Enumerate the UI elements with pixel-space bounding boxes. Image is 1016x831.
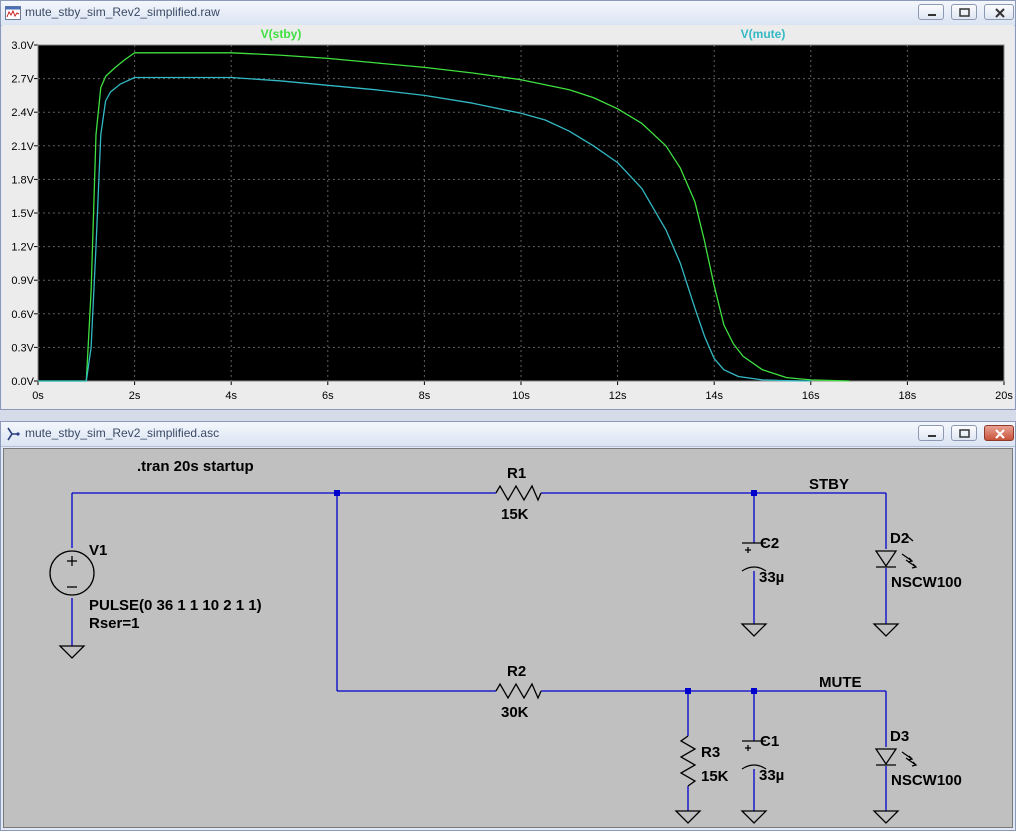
close-button[interactable]: [984, 4, 1014, 20]
x-tick-label: 0s: [32, 390, 44, 402]
plot-pane: 0s 2s 4s 6s 8s 10s 12s 14s 16s 18s 20s 3.0V 2.7V 2.4V…: [2, 25, 1014, 409]
r3-name[interactable]: R3: [701, 744, 720, 761]
d2-name[interactable]: D2: [890, 530, 909, 547]
v1-rser[interactable]: Rser=1: [89, 615, 139, 632]
x-tick-label: 2s: [129, 390, 141, 402]
junction-dot: [685, 688, 691, 694]
close-button[interactable]: [984, 425, 1014, 441]
restore-icon: [959, 8, 970, 17]
c2-value[interactable]: 33µ: [759, 569, 784, 586]
y-tick-label: 0.0V: [11, 376, 34, 388]
resistor-r3[interactable]: [679, 735, 697, 787]
net-label-mute[interactable]: MUTE: [819, 674, 862, 691]
minimize-button[interactable]: [918, 4, 944, 20]
minimize-icon: [928, 14, 936, 16]
ground-icon: [872, 623, 900, 637]
waveform-window: mute_stby_sim_Rev2_simplified.raw 0s 2s 4s…: [0, 0, 1016, 410]
y-tick-label: 3.0V: [11, 40, 34, 52]
x-tick-label: 10s: [512, 390, 530, 402]
schematic-titlebar[interactable]: mute_stby_sim_Rev2_simplified.asc: [1, 422, 1015, 447]
close-icon: [995, 8, 1005, 18]
junction-dot: [751, 490, 757, 496]
d3-value[interactable]: NSCW100: [891, 772, 962, 789]
c1-name[interactable]: C1: [760, 733, 779, 750]
waveform-chart[interactable]: 0s 2s 4s 6s 8s 10s 12s 14s 16s 18s 20s 3.0V 2.7V 2.4V…: [2, 25, 1014, 409]
r2-name[interactable]: R2: [507, 663, 526, 680]
x-tick-label: 14s: [705, 390, 723, 402]
c1-value[interactable]: 33µ: [759, 767, 784, 784]
waveform-titlebar[interactable]: mute_stby_sim_Rev2_simplified.raw: [1, 1, 1015, 26]
y-tick-label: 0.3V: [11, 342, 34, 354]
x-tick-label: 18s: [899, 390, 917, 402]
d3-name[interactable]: D3: [890, 728, 909, 745]
x-tick-label: 12s: [609, 390, 627, 402]
resistor-r2[interactable]: [495, 682, 542, 700]
x-tick-label: 6s: [322, 390, 334, 402]
r3-value[interactable]: 15K: [701, 768, 729, 785]
r1-value[interactable]: 15K: [501, 506, 529, 523]
v1-value[interactable]: PULSE(0 36 1 1 10 2 1 1): [89, 597, 262, 614]
y-tick-label: 1.5V: [11, 208, 34, 220]
schematic-drawing[interactable]: .tran 20s startup V1 PULSE(0 36 1 1 10 2…: [4, 449, 1012, 827]
schematic-file-icon: [7, 427, 20, 441]
r2-value[interactable]: 30K: [501, 704, 529, 721]
tran-directive[interactable]: .tran 20s startup: [137, 458, 254, 475]
schematic-canvas[interactable]: .tran 20s startup V1 PULSE(0 36 1 1 10 2…: [3, 448, 1013, 828]
c2-name[interactable]: C2: [760, 535, 779, 552]
restore-icon: [959, 429, 970, 438]
ground-icon: [872, 810, 900, 824]
waveform-file-icon: [5, 6, 21, 20]
x-tick-label: 20s: [995, 390, 1013, 402]
schematic-window-title: mute_stby_sim_Rev2_simplified.asc: [25, 426, 220, 440]
y-tick-label: 1.2V: [11, 242, 34, 254]
x-tick-label: 8s: [419, 390, 431, 402]
legend-mute[interactable]: V(mute): [741, 27, 786, 41]
close-icon: [995, 429, 1005, 439]
y-tick-label: 2.7V: [11, 74, 34, 86]
led-d3[interactable]: [874, 748, 918, 767]
junction-dot: [334, 490, 340, 496]
y-tick-label: 0.9V: [11, 275, 34, 287]
junction-dot: [751, 688, 757, 694]
x-tick-label: 4s: [225, 390, 237, 402]
ground-icon: [740, 623, 768, 637]
r1-name[interactable]: R1: [507, 465, 526, 482]
net-label-stby[interactable]: STBY: [809, 476, 849, 493]
voltage-source-v1[interactable]: [49, 550, 95, 596]
resistor-r1[interactable]: [495, 484, 542, 502]
ground-icon: [58, 645, 86, 659]
legend-stby[interactable]: V(stby): [261, 27, 302, 41]
y-tick-label: 2.1V: [11, 141, 34, 153]
ground-icon: [740, 810, 768, 824]
restore-button[interactable]: [951, 425, 977, 441]
y-tick-label: 0.6V: [11, 309, 34, 321]
y-tick-label: 2.4V: [11, 107, 34, 119]
x-tick-label: 16s: [802, 390, 820, 402]
v1-name[interactable]: V1: [89, 542, 107, 559]
minimize-button[interactable]: [918, 425, 944, 441]
y-tick-label: 1.8V: [11, 174, 34, 186]
d2-value[interactable]: NSCW100: [891, 574, 962, 591]
waveform-window-title: mute_stby_sim_Rev2_simplified.raw: [25, 5, 220, 19]
restore-button[interactable]: [951, 4, 977, 20]
ground-icon: [674, 810, 702, 824]
minimize-icon: [928, 435, 936, 437]
